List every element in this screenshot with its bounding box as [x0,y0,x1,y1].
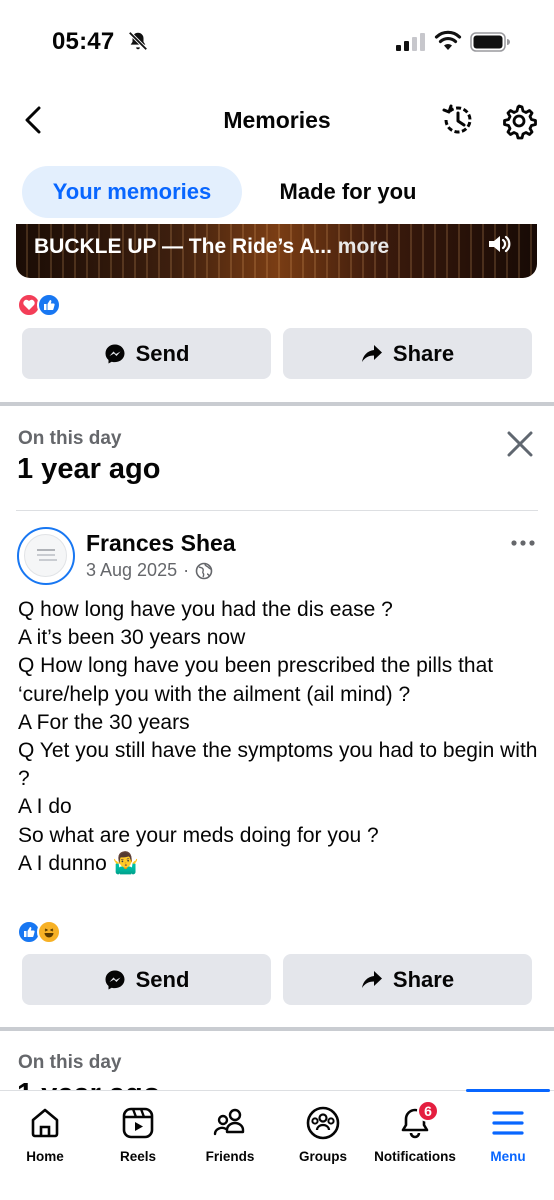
post-author[interactable]: Frances Shea [86,530,236,557]
on-this-day-label: On this day [18,428,122,449]
video-preview[interactable]: BUCKLE UP — The Ride’s A... more [16,224,537,278]
home-icon [31,1108,59,1138]
more-options-icon[interactable] [510,538,536,548]
haha-reaction-icon [37,920,61,944]
messenger-icon [105,970,125,989]
memory-age-heading: 1 year ago [17,453,161,485]
video-caption: BUCKLE UP — The Ride’s A... more [34,235,389,259]
send-label: Send [135,340,190,366]
section-divider [0,1027,554,1031]
nav-label: Menu [490,1149,526,1164]
share-button[interactable]: Share [283,954,532,1005]
close-icon[interactable] [504,428,536,460]
share-label: Share [392,340,455,366]
memory-actions: Send Share [22,328,532,380]
post-text: Q how long have you had the dis ease ? A… [18,598,538,875]
meta-separator: · [183,560,190,580]
post-date[interactable]: 3 Aug 2025 [86,560,177,581]
divider [16,510,538,511]
nav-reels[interactable]: Reels [107,1091,169,1171]
nav-home[interactable]: Home [14,1091,76,1171]
status-bar: 05:47 [0,0,554,84]
top-header: Memories [0,90,554,150]
share-button[interactable]: Share [283,328,532,379]
like-reaction-icon [37,293,61,317]
nav-label: Reels [119,1149,157,1164]
nav-notifications[interactable]: 6 Notifications [367,1091,463,1171]
status-time: 05:47 [52,28,115,55]
send-label: Send [135,966,190,992]
groups-icon [306,1106,340,1140]
nav-menu[interactable]: Menu [476,1091,540,1171]
send-button[interactable]: Send [22,954,271,1005]
friends-icon [213,1108,245,1136]
signal-icon [396,33,425,51]
speaker-icon[interactable] [486,232,512,256]
bottom-navigation: Home Reels Friends Groups 6 Notification… [0,1089,554,1200]
send-button[interactable]: Send [22,328,271,379]
on-this-day-label: On this day [18,1052,122,1073]
memory-age-heading: 1 year ago [17,1078,160,1090]
tab-your-memories[interactable]: Your memories [22,166,242,218]
tab-made-for-you[interactable]: Made for you [254,166,442,218]
reaction-summary[interactable] [17,920,61,946]
history-icon[interactable] [438,100,478,140]
memory-tabs: Your memories Made for you [22,166,542,218]
bell-off-icon [128,31,148,51]
post-meta: 3 Aug 2025 · [86,560,213,581]
reaction-summary[interactable] [17,293,61,319]
avatar-image [24,534,67,577]
avatar[interactable] [17,527,75,585]
see-more-link[interactable]: more [338,235,389,258]
globe-icon [195,562,213,579]
share-label: Share [392,966,455,992]
wifi-icon [434,30,462,50]
nav-label: Groups [298,1149,347,1164]
section-divider [0,402,554,406]
reels-icon [122,1107,154,1139]
nav-label: Notifications [374,1149,456,1164]
menu-icon [492,1111,524,1135]
nav-friends[interactable]: Friends [196,1091,264,1171]
bell-icon-wrapper: 6 [397,1100,439,1141]
share-arrow-icon [361,970,382,988]
nav-groups[interactable]: Groups [291,1091,355,1171]
nav-label: Home [26,1149,64,1164]
nav-label: Friends [205,1149,255,1164]
gear-icon[interactable] [500,102,538,140]
battery-icon [470,32,510,52]
share-arrow-icon [361,344,382,362]
video-caption-text: BUCKLE UP — The Ride’s A... [34,235,332,258]
messenger-icon [105,344,125,363]
notification-badge: 6 [417,1100,439,1122]
memory-actions: Send Share [22,954,532,1006]
